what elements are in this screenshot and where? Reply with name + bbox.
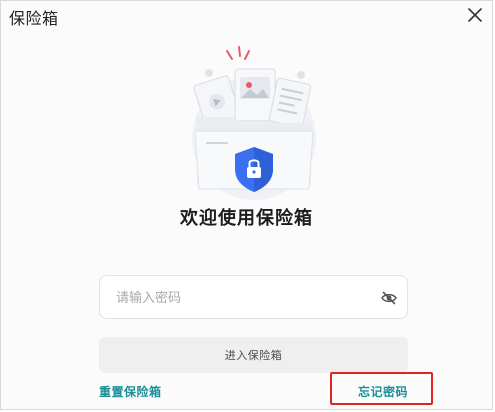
password-field[interactable]: [99, 275, 408, 320]
window-title: 保险箱: [9, 9, 59, 28]
eye-off-icon[interactable]: [380, 289, 398, 307]
title-bar: 保险箱: [1, 1, 492, 29]
enter-safe-box-button[interactable]: 进入保险箱: [99, 337, 408, 373]
safe-box-illustration: [183, 43, 325, 203]
forgot-password-link[interactable]: 忘记密码: [358, 383, 408, 400]
reset-safe-box-link[interactable]: 重置保险箱: [99, 383, 162, 400]
password-input[interactable]: [114, 276, 368, 320]
close-icon[interactable]: [466, 6, 484, 24]
welcome-heading: 欢迎使用保险箱: [180, 208, 313, 229]
safe-box-window: 保险箱 欢迎使用保险箱 进入保险箱 重置保险箱 忘记密码: [0, 0, 493, 410]
